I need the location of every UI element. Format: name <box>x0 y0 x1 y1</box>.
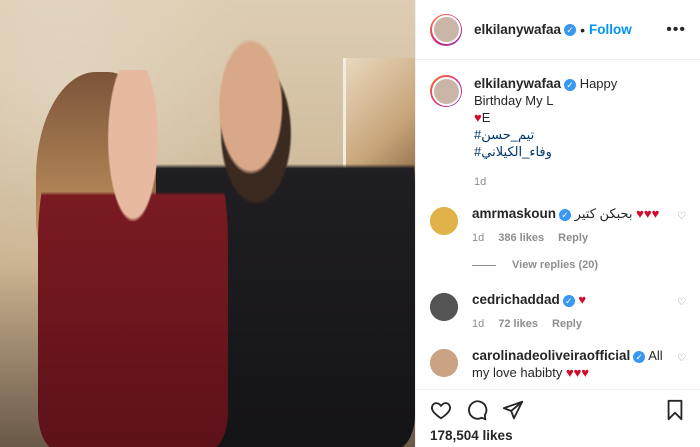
author-avatar[interactable] <box>430 13 462 46</box>
post-sidebar: elkilanywafaa ✓ • Follow ••• elkilanywaf… <box>415 0 700 447</box>
comment-text: بحبكن كتير <box>574 206 633 221</box>
replies-line <box>472 264 496 266</box>
caption-username[interactable]: elkilanywafaa <box>474 76 561 91</box>
caption-avatar[interactable] <box>430 75 462 107</box>
post-header: elkilanywafaa ✓ • Follow ••• <box>416 0 700 60</box>
follow-button[interactable]: Follow <box>589 22 632 37</box>
share-icon[interactable] <box>502 399 524 421</box>
comment-avatar[interactable] <box>430 207 458 235</box>
verified-badge-icon: ✓ <box>564 78 577 91</box>
reply-button[interactable]: Reply <box>552 316 582 333</box>
hashtag-link[interactable]: #وفاء_الكيلاني <box>474 143 668 160</box>
comment-hearts: ♥♥♥ <box>636 206 660 221</box>
view-replies-button[interactable]: View replies (20) <box>472 259 686 271</box>
comment-row: carolinadeoliveiraofficial ✓ All my love … <box>430 347 686 381</box>
caption-time[interactable]: 1d <box>474 174 486 191</box>
comment-icon[interactable] <box>466 399 488 421</box>
comment-time[interactable]: 1d <box>472 316 484 333</box>
likes-count[interactable]: 178,504 likes <box>430 428 686 443</box>
caption-text-cont: E <box>481 110 491 125</box>
verified-badge-icon: ✓ <box>633 350 646 363</box>
instagram-post: elkilanywafaa ✓ • Follow ••• elkilanywaf… <box>0 0 700 447</box>
reply-button[interactable]: Reply <box>558 230 588 247</box>
view-replies-label: View replies (20) <box>512 259 599 271</box>
action-icons <box>430 398 686 422</box>
comment-body: cedrichaddad ✓ ♥ 1d 72 likes Reply <box>472 291 686 333</box>
photo-woman <box>38 70 228 447</box>
verified-badge-icon: ✓ <box>562 294 575 307</box>
hashtag-link[interactable]: #تيم_حسن <box>474 126 668 143</box>
bookmark-icon[interactable] <box>664 399 686 421</box>
header-user: elkilanywafaa ✓ • Follow <box>474 22 632 38</box>
comment-like-icon[interactable]: ♡ <box>677 297 686 308</box>
caption-heart: ♥ <box>474 110 482 125</box>
comment-avatar[interactable] <box>430 349 458 377</box>
caption-body: elkilanywafaa ✓ Happy Birthday My L ♥E #ت… <box>474 75 686 191</box>
comment-like-icon[interactable]: ♡ <box>677 353 686 364</box>
heart-icon[interactable] <box>430 399 452 421</box>
comment-hearts: ♥ <box>578 292 587 307</box>
verified-badge-icon: ✓ <box>559 208 572 221</box>
post-actions: 178,504 likes <box>416 389 700 447</box>
more-options-icon[interactable]: ••• <box>666 21 686 39</box>
comment-body: carolinadeoliveiraofficial ✓ All my love … <box>472 347 686 381</box>
comment-time[interactable]: 1d <box>472 230 484 247</box>
comment-username[interactable]: amrmaskoun <box>472 206 556 221</box>
comment-username[interactable]: cedrichaddad <box>472 292 560 307</box>
caption-row: elkilanywafaa ✓ Happy Birthday My L ♥E #ت… <box>430 75 686 191</box>
header-separator: • <box>580 21 585 38</box>
comment-likes[interactable]: 72 likes <box>498 316 538 333</box>
comment-body: amrmaskoun ✓ بحبكن كتير ♥♥♥ 1d 386 likes … <box>472 205 686 247</box>
comment-meta: 1d 72 likes Reply <box>472 316 668 333</box>
caption-meta: 1d <box>474 174 668 191</box>
comment-hearts: ♥♥♥ <box>565 365 590 380</box>
comment-avatar[interactable] <box>430 293 458 321</box>
comment-row: cedrichaddad ✓ ♥ 1d 72 likes Reply ♡ <box>430 291 686 333</box>
author-username[interactable]: elkilanywafaa <box>474 22 561 37</box>
comment-username[interactable]: carolinadeoliveiraofficial <box>472 348 630 363</box>
comments-list[interactable]: elkilanywafaa ✓ Happy Birthday My L ♥E #ت… <box>416 61 700 389</box>
comment-row: amrmaskoun ✓ بحبكن كتير ♥♥♥ 1d 386 likes … <box>430 205 686 247</box>
comment-like-icon[interactable]: ♡ <box>677 211 686 222</box>
post-photo[interactable] <box>0 0 415 447</box>
comment-likes[interactable]: 386 likes <box>498 230 544 247</box>
comment-meta: 1d 386 likes Reply <box>472 230 668 247</box>
verified-badge-icon: ✓ <box>564 23 577 36</box>
